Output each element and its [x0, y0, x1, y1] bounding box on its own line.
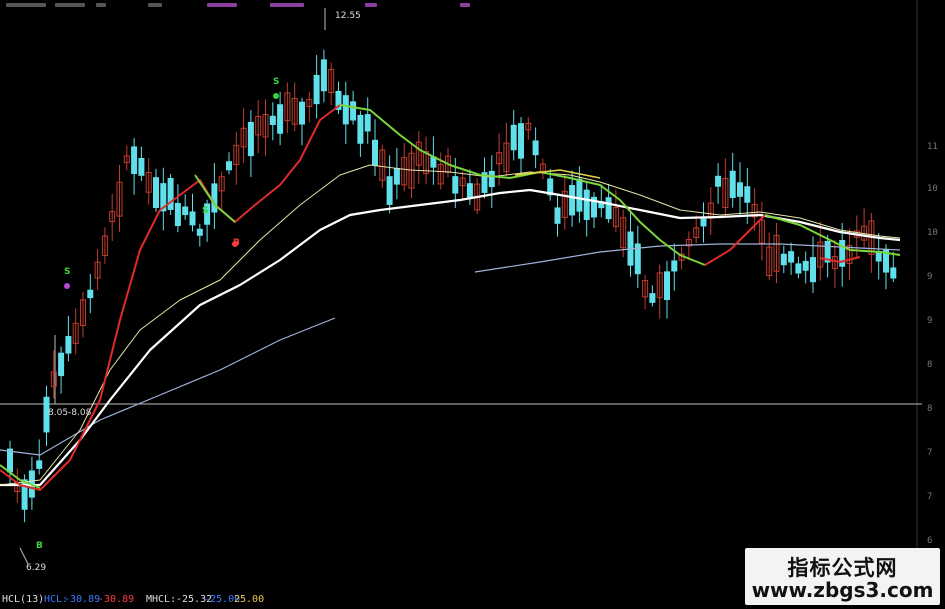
candle-down: [357, 114, 364, 144]
moving-average-long-line: [0, 188, 901, 487]
watermark-badge: 指标公式网 www.zbgs3.com: [745, 548, 940, 605]
mhcl-label: MHCL:: [146, 594, 177, 605]
candle-down: [488, 170, 495, 188]
candle-down: [320, 59, 327, 92]
candle-down: [342, 95, 349, 125]
candle-down: [664, 271, 670, 301]
moving-average-short-up-line: [0, 104, 341, 491]
indicator-name[interactable]: HCL(13): [2, 594, 44, 605]
moving-average-mid-line: [0, 164, 901, 486]
candle-down: [196, 228, 203, 236]
candle-down: [386, 176, 393, 205]
candle-down: [510, 124, 517, 151]
candle-down: [729, 170, 736, 198]
candle-down: [452, 176, 459, 194]
moving-average-short-up-line: [704, 214, 766, 266]
candle-down: [605, 197, 612, 220]
candle-down: [138, 158, 145, 176]
sell-signal: S: [64, 267, 71, 277]
candle-down: [167, 178, 174, 210]
candle-down: [58, 352, 65, 377]
upper-band-value: 25.00: [234, 594, 265, 605]
price-axis-tick: 7: [927, 448, 933, 458]
candle-down: [554, 207, 561, 224]
price-axis-tick: 9: [927, 316, 933, 326]
candle-down: [211, 183, 218, 213]
candle-down: [788, 251, 795, 263]
candle-down: [569, 185, 576, 216]
candle-down: [518, 123, 524, 159]
candle-down: [890, 267, 897, 279]
price-axis-tick: 6: [927, 536, 933, 546]
high-price-label: 12.55: [335, 11, 361, 21]
signal-dot: [273, 93, 279, 99]
price-axis-tick: 7: [927, 492, 933, 502]
candlestick-chart[interactable]: [0, 0, 945, 590]
price-axis-tick: 10: [927, 228, 938, 238]
candle-down: [277, 104, 284, 134]
candle-down: [87, 289, 94, 299]
signal-dot: [64, 283, 70, 289]
candle-down: [350, 101, 357, 121]
candle-down: [795, 263, 802, 274]
candle-down: [65, 336, 72, 354]
low-price-label: 6.29: [26, 563, 47, 573]
candle-down: [299, 101, 305, 125]
candle-down: [313, 74, 320, 105]
price-axis-tick: 11: [927, 142, 938, 152]
candle-down: [153, 177, 159, 208]
candle-down: [182, 206, 189, 216]
candle-down: [810, 257, 816, 283]
candle-down: [364, 114, 371, 132]
candle-down: [466, 183, 473, 198]
candle-down: [649, 293, 656, 303]
candle-down: [131, 146, 138, 174]
candle-down: [583, 189, 590, 221]
candle-down: [174, 202, 181, 227]
candle-down: [671, 260, 678, 272]
candle-down: [372, 139, 378, 166]
candle-down: [780, 253, 787, 266]
buy-signal: B: [36, 541, 43, 551]
candle-down: [700, 218, 707, 227]
price-axis-tick: 8: [927, 404, 933, 414]
sell-signal: S: [202, 206, 209, 216]
candle-down: [226, 161, 232, 171]
candle-down: [189, 211, 196, 226]
candle-down: [715, 175, 722, 187]
price-axis-tick: 9: [927, 272, 933, 282]
price-axis-tick: 8: [927, 360, 933, 370]
low-price-marker: [19, 547, 29, 565]
buy-signal: B: [233, 238, 240, 248]
candle-down: [7, 448, 13, 473]
watermark-url: www.zbgs3.com: [751, 578, 934, 602]
candle-down: [802, 260, 809, 271]
hcl-value: -30.89: [64, 594, 101, 605]
hcl-red-value: -30.89: [98, 594, 135, 605]
candle-down: [393, 167, 400, 185]
candle-down: [744, 186, 751, 203]
candle-down: [247, 121, 254, 157]
reference-price-label: 8.05-8.08: [48, 408, 92, 418]
sell-signal: S: [273, 77, 280, 87]
candle-down: [576, 178, 583, 212]
candle-down: [36, 460, 43, 469]
moving-average-xlong-line: [0, 317, 336, 456]
candle-down: [737, 182, 743, 197]
candle-down: [532, 140, 539, 156]
candle-down: [269, 115, 276, 126]
price-axis-tick: 10: [927, 184, 938, 194]
